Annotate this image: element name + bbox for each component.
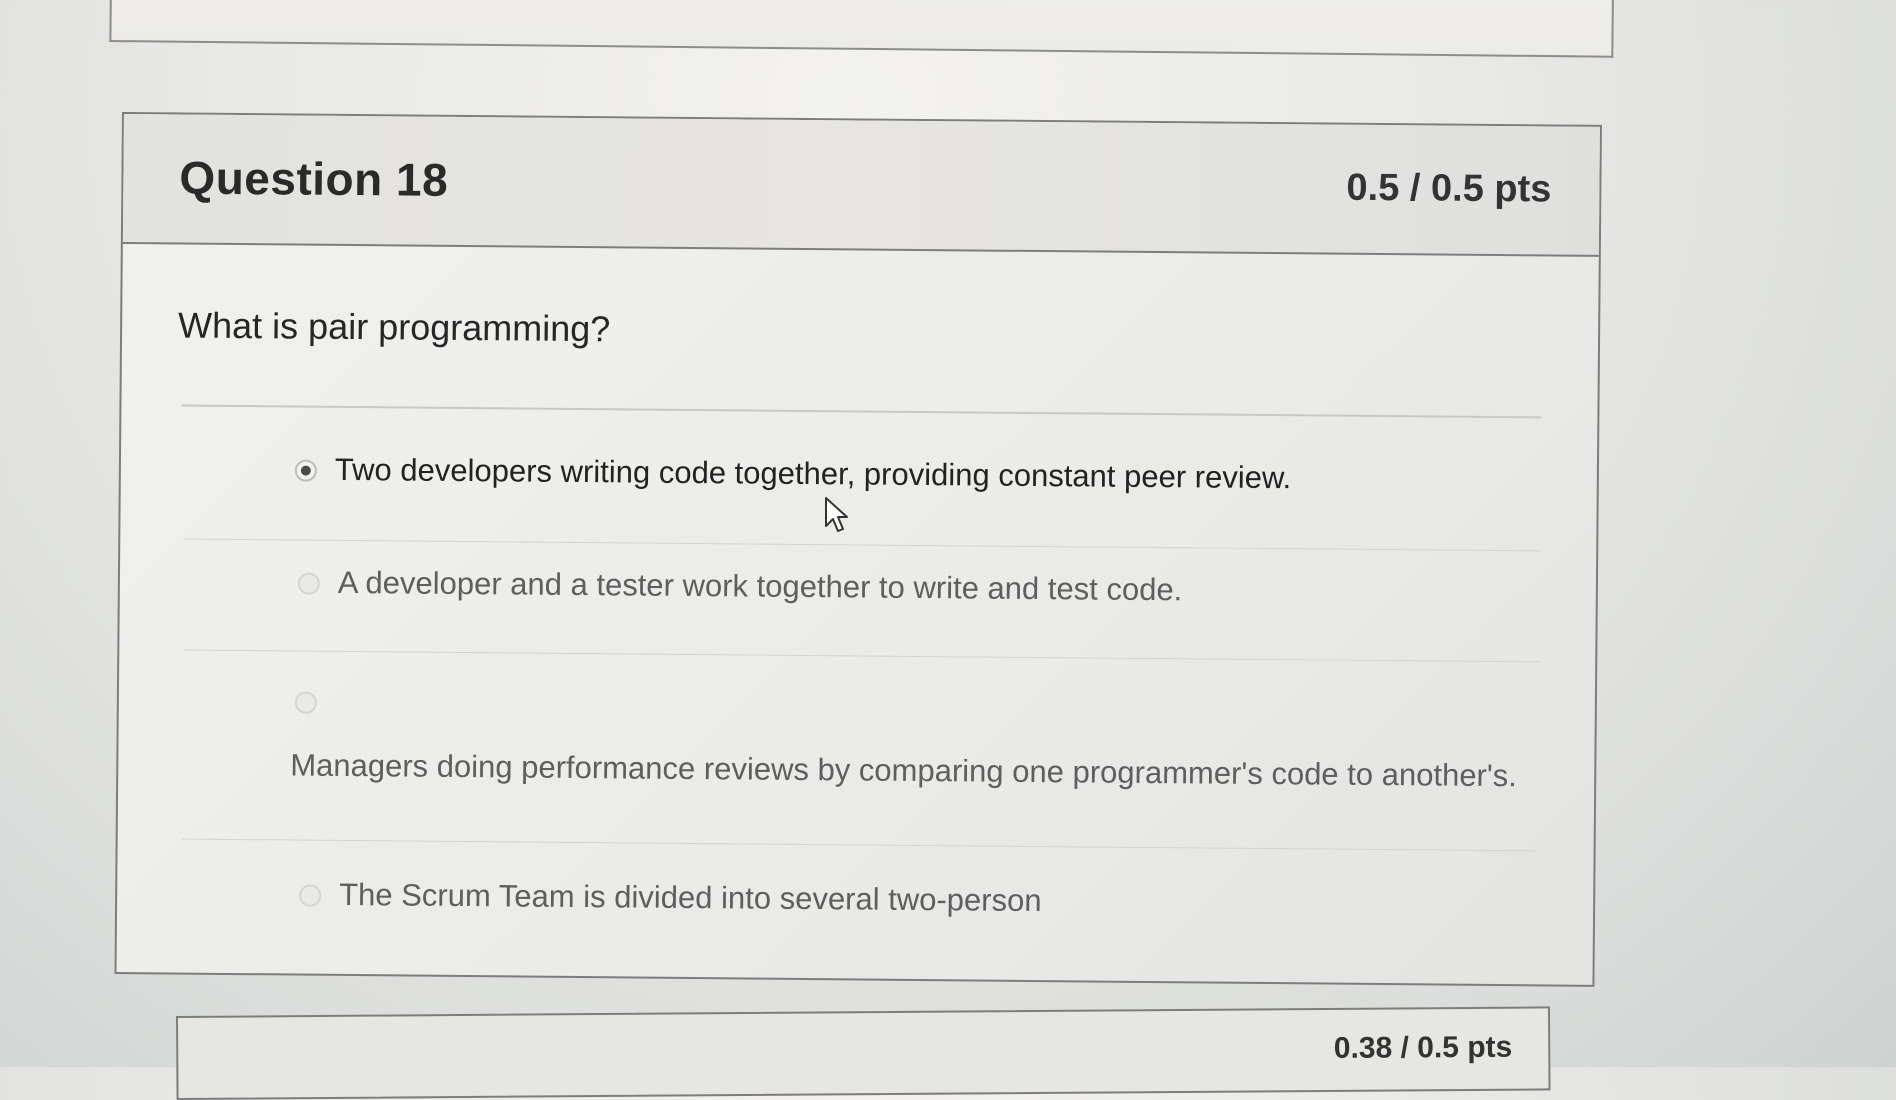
answer-option[interactable]: Two developers writing code together, pr…: [184, 428, 1542, 552]
radio-selected-icon[interactable]: [294, 459, 317, 482]
question-text: What is pair programming?: [177, 304, 611, 350]
answer-label: Two developers writing code together, pr…: [334, 451, 1292, 496]
answer-label: Managers doing performance reviews by co…: [290, 747, 1518, 794]
mouse-pointer-icon: [825, 497, 848, 532]
next-question-card: 0.38 / 0.5 pts: [176, 1006, 1551, 1100]
answer-option[interactable]: The Scrum Team is divided into several t…: [181, 840, 1538, 962]
answer-list: Two developers writing code together, pr…: [173, 428, 1542, 962]
previous-question-card: [109, 0, 1614, 58]
question-header: Question 18 0.5 / 0.5 pts: [122, 114, 1600, 257]
question-body: What is pair programming? Two developers…: [117, 244, 1599, 962]
question-card: Question 18 0.5 / 0.5 pts What is pair p…: [114, 112, 1602, 987]
radio-unselected-icon[interactable]: [297, 572, 320, 595]
answer-option[interactable]: A developer and a tester work together t…: [183, 539, 1541, 663]
answer-label: A developer and a tester work together t…: [337, 564, 1183, 608]
question-title: Question 18: [179, 151, 449, 206]
answer-label: The Scrum Team is divided into several t…: [339, 876, 1042, 919]
radio-unselected-icon[interactable]: [299, 884, 322, 907]
answer-option[interactable]: Managers doing performance reviews by co…: [181, 650, 1540, 852]
question-points: 0.5 / 0.5 pts: [1346, 166, 1552, 211]
radio-unselected-icon[interactable]: [294, 691, 317, 714]
next-question-points: 0.38 / 0.5 pts: [1333, 1030, 1513, 1065]
